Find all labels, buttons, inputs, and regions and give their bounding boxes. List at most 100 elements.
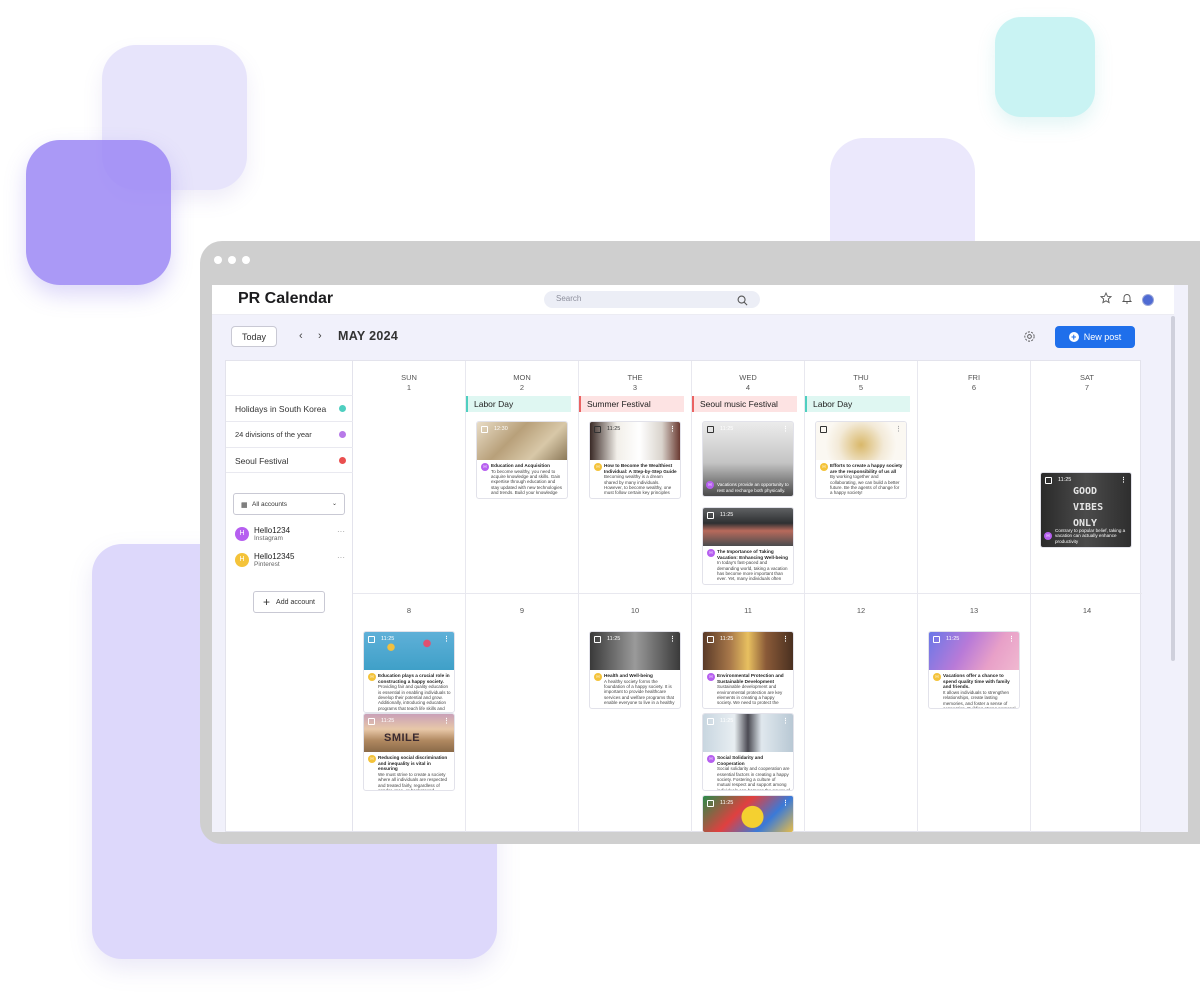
post-time: 12:30 [494, 426, 508, 432]
day-header: FRI 6 [967, 373, 981, 392]
window-dot[interactable] [228, 256, 236, 264]
post-card[interactable]: 11:25 ⋮ H Social Solidarity and Cooperat… [702, 713, 794, 791]
more-icon[interactable]: ⋮ [443, 635, 450, 643]
window-controls [214, 256, 250, 264]
calendar-icon [481, 426, 488, 433]
more-icon[interactable]: ⋮ [782, 635, 789, 643]
window-dot[interactable] [242, 256, 250, 264]
account-item[interactable]: H Hello12345 Pinterest ··· [235, 549, 347, 571]
account-name: Hello12345 [254, 552, 295, 561]
more-icon[interactable]: ⋮ [669, 635, 676, 643]
event-summer-festival[interactable]: Summer Festival [579, 396, 684, 412]
next-arrow-icon[interactable]: › [318, 330, 322, 342]
decorative-square [26, 140, 171, 285]
today-button[interactable]: Today [231, 326, 277, 347]
post-card[interactable]: 11:25 ⋮ [702, 795, 794, 832]
post-time: 11:25 [607, 636, 621, 642]
day-header: SAT 7 [1079, 373, 1095, 392]
calendar: Holidays in South Korea 24 divisions of … [225, 360, 1142, 832]
browser-window: PR Calendar Search Today ‹ › MAY 2024 + … [200, 241, 1200, 844]
post-card[interactable]: 11:25 ⋮ H Education plays a crucial role… [363, 631, 455, 713]
more-icon[interactable]: ⋮ [782, 799, 789, 807]
post-card[interactable]: 12:30 H Education and Acquisition To bec… [476, 421, 568, 499]
scrollbar[interactable] [1171, 316, 1175, 661]
day-header: THU 5 [853, 373, 869, 392]
add-account-button[interactable]: + Add account [253, 591, 325, 613]
post-avatar: H [594, 673, 602, 681]
post-card[interactable]: 11:25 ⋮ H Health and Well-being A health… [589, 631, 681, 709]
event-labor-day[interactable]: Labor Day [466, 396, 571, 412]
calendar-item-label: 24 divisions of the year [235, 430, 312, 439]
post-time: 11:25 [381, 718, 395, 724]
day-number: 10 [630, 606, 640, 615]
post-title: Environmental Protection and Sustainable… [717, 673, 784, 684]
post-card[interactable]: ⋮ H Efforts to create a happy society ar… [815, 421, 907, 499]
color-dot [339, 457, 346, 464]
calendar-icon [820, 426, 827, 433]
window-dot[interactable] [214, 256, 222, 264]
post-card[interactable]: 11:25 ⋮ H How to Become the Wealthiest I… [589, 421, 681, 499]
accounts-dropdown[interactable]: ▦ All accounts ⌄ [233, 493, 345, 515]
calendar-item[interactable]: 24 divisions of the year [226, 421, 353, 447]
more-icon[interactable]: ⋮ [1008, 635, 1015, 643]
more-icon[interactable]: ⋮ [782, 717, 789, 725]
more-icon[interactable]: ⋮ [895, 425, 902, 433]
more-icon[interactable]: ··· [337, 527, 345, 536]
account-name: Hello1234 [254, 526, 291, 535]
prev-arrow-icon[interactable]: ‹ [299, 330, 303, 342]
day-number: 11 [744, 606, 752, 615]
post-time: 11:25 [720, 512, 734, 518]
post-image-text: SMILE [384, 732, 421, 744]
calendar-item-label: Seoul Festival [235, 456, 289, 466]
post-card[interactable]: 11:25 ⋮ GOOD VIBES ONLY H Contrary to popu… [1040, 472, 1132, 548]
post-time: 11:25 [720, 718, 734, 724]
star-icon[interactable] [1099, 291, 1113, 309]
post-card[interactable]: 11:25 H The Importance of Taking Vacatio… [702, 507, 794, 585]
post-card[interactable]: 11:25 ⋮ H Vacations provide an opportuni… [702, 421, 794, 497]
day-header: SUN 1 [401, 373, 417, 392]
post-card[interactable]: 11:25 ⋮ H Environmental Protection and S… [702, 631, 794, 709]
account-item[interactable]: H Hello1234 Instagram ··· [235, 523, 347, 545]
post-card[interactable]: 11:25 ⋮ SMILE H Reducing social discrimi… [363, 713, 455, 791]
more-icon[interactable]: ⋮ [443, 717, 450, 725]
post-text: Sustainable development and environmenta… [717, 684, 783, 706]
post-time: 11:25 [381, 636, 395, 642]
post-title: Education plays a crucial role in constr… [378, 673, 450, 684]
search-icon[interactable] [737, 293, 748, 311]
app-screen: PR Calendar Search Today ‹ › MAY 2024 + … [212, 285, 1188, 832]
color-dot [339, 405, 346, 412]
post-text: Providing fair and quality education is … [378, 684, 451, 711]
post-avatar: H [820, 463, 828, 471]
post-text: In today's fast-paced and demanding worl… [717, 560, 788, 582]
event-labor-day[interactable]: Labor Day [805, 396, 910, 412]
bell-icon[interactable] [1121, 291, 1133, 309]
day-number: 9 [519, 606, 525, 615]
post-text: It allows individuals to strengthen rela… [943, 689, 1016, 709]
app-title: PR Calendar [238, 290, 334, 307]
post-avatar: H [594, 463, 602, 471]
color-dot [339, 431, 346, 438]
post-avatar: H [368, 755, 376, 763]
new-post-button[interactable]: + New post [1055, 326, 1135, 348]
more-icon[interactable]: ⋮ [669, 425, 676, 433]
day-number: 12 [856, 606, 866, 615]
calendar-item[interactable]: Holidays in South Korea [226, 395, 353, 421]
calendar-icon [707, 512, 714, 519]
post-avatar: H [933, 673, 941, 681]
post-card[interactable]: 11:25 ⋮ H Vacations offer a chance to sp… [928, 631, 1020, 709]
calendar-item[interactable]: Seoul Festival [226, 447, 353, 473]
event-seoul-music-festival[interactable]: Seoul music Festival [692, 396, 797, 412]
account-avatar: H [235, 553, 249, 567]
more-icon[interactable]: ··· [337, 553, 345, 562]
search-input[interactable]: Search [544, 291, 760, 308]
more-icon[interactable]: ⋮ [782, 425, 789, 433]
calendar-icon [594, 426, 601, 433]
chevron-down-icon: ⌄ [331, 501, 337, 507]
calendar-icon [707, 636, 714, 643]
decorative-square [995, 17, 1095, 117]
more-icon[interactable]: ⋮ [1120, 476, 1127, 484]
post-text: Contrary to popular belief, taking a vac… [1055, 527, 1126, 544]
avatar[interactable] [1142, 294, 1154, 306]
gear-icon[interactable] [1023, 330, 1036, 348]
day-number: 8 [406, 606, 412, 615]
